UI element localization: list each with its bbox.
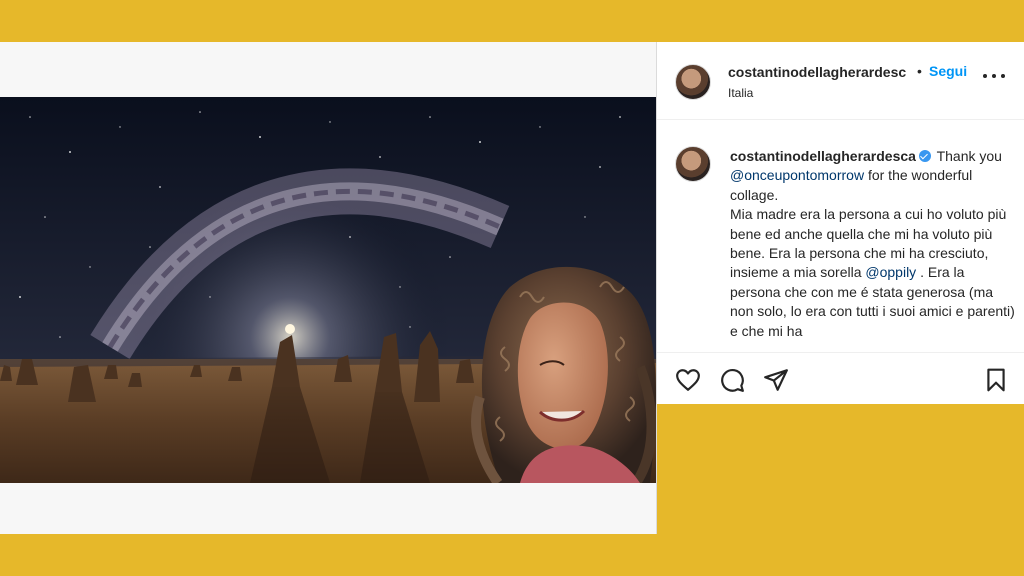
post-location[interactable]: Italia: [728, 86, 753, 100]
bookmark-icon[interactable]: [983, 367, 1009, 393]
post-details-panel: costantinodellagherardesc • Segui Italia…: [657, 42, 1024, 404]
milky-way-collage-image: [0, 97, 656, 483]
heart-icon[interactable]: [675, 367, 701, 393]
verified-badge-icon: [918, 150, 931, 162]
send-icon[interactable]: [763, 367, 789, 393]
post-image[interactable]: [0, 97, 656, 483]
follow-button[interactable]: Segui: [929, 63, 967, 79]
post-header: costantinodellagherardesc • Segui Italia: [657, 42, 1024, 120]
caption-section: costantinodellagherardesca Thank you @on…: [657, 120, 1024, 352]
more-horizontal-icon[interactable]: [983, 66, 1005, 86]
caption-username[interactable]: costantinodellagherardesca: [730, 148, 916, 164]
comment-icon[interactable]: [719, 367, 745, 393]
post-caption: costantinodellagherardesca Thank you @on…: [730, 147, 1018, 341]
mention-link[interactable]: @oppily: [865, 264, 916, 280]
caption-text-1: Thank you: [932, 148, 1002, 164]
mention-link[interactable]: @onceupontomorrow: [730, 167, 864, 183]
author-avatar[interactable]: [675, 64, 711, 100]
portrait-overlay: [471, 266, 656, 483]
header-separator: •: [917, 63, 922, 79]
action-bar: [657, 352, 1024, 405]
caption-author-avatar[interactable]: [675, 146, 711, 182]
author-username[interactable]: costantinodellagherardesc: [728, 64, 906, 80]
